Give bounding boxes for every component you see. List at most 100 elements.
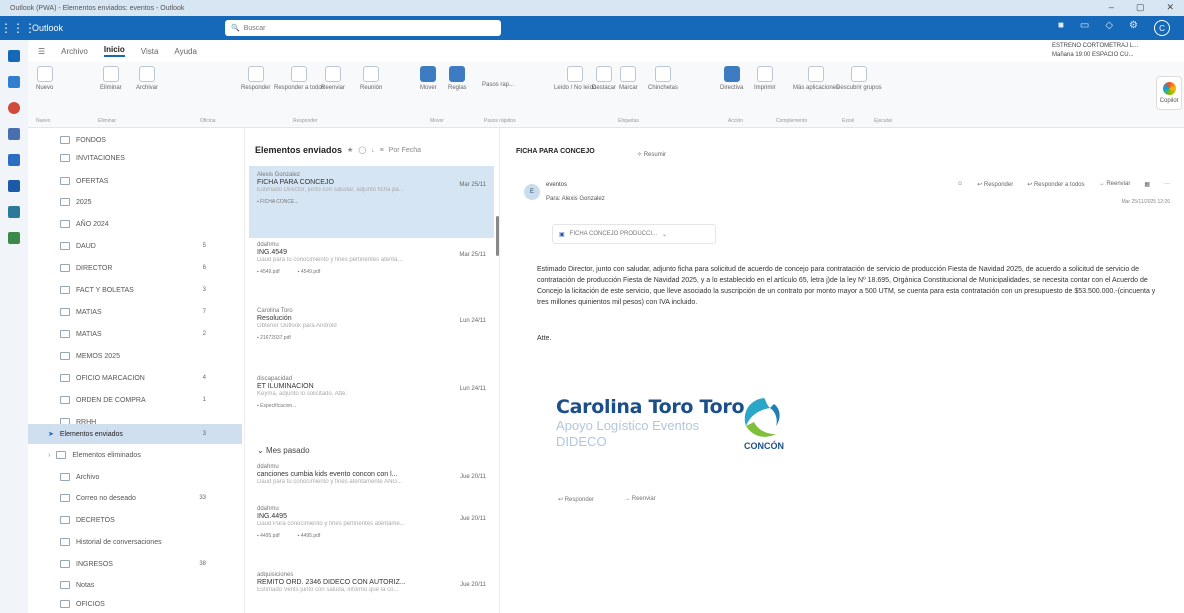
message-item[interactable]: Alexis Gonzalez FICHA PARA CONCEJO Mar 2… bbox=[249, 166, 494, 238]
folder-item[interactable]: MEMOS 2025 bbox=[28, 346, 242, 366]
copilot-rail-icon[interactable] bbox=[8, 102, 20, 114]
flag-button[interactable]: Marcar bbox=[619, 66, 638, 91]
emoji-icon[interactable]: ☺ bbox=[957, 181, 963, 188]
read-unread-button[interactable]: Leído / No leído bbox=[554, 66, 596, 91]
folder-item[interactable]: Notas bbox=[28, 575, 242, 595]
hamburger-icon[interactable]: ☰ bbox=[38, 47, 45, 56]
teams-icon[interactable]: ■ bbox=[1058, 20, 1064, 36]
group-header[interactable]: ⌄ Mes pasado bbox=[257, 446, 310, 455]
policy-button[interactable]: Directiva bbox=[720, 66, 743, 91]
highlight-button[interactable]: Destacar bbox=[592, 66, 616, 91]
todo-icon[interactable] bbox=[8, 154, 20, 166]
quick-steps-button[interactable]: Pasos rap... bbox=[482, 82, 514, 88]
settings-gear-icon[interactable]: ⚙ bbox=[1129, 20, 1138, 36]
message-list-scrollbar[interactable] bbox=[496, 216, 499, 256]
folder-item[interactable]: INGRESOS 38 bbox=[28, 554, 242, 574]
footer-forward-button[interactable]: → Reenviar bbox=[624, 496, 656, 503]
folder-item-sent[interactable]: ➤ Elementos enviados 3 bbox=[28, 424, 242, 444]
message-item[interactable]: discapacidad ET ILUMINACION Lun 24/11 Ke… bbox=[249, 376, 494, 434]
apps-icon[interactable] bbox=[8, 232, 20, 244]
folder-item[interactable]: Correo no deseado 33 bbox=[28, 488, 242, 508]
summarize-button[interactable]: ✧ Resumir bbox=[637, 151, 666, 158]
close-button[interactable]: ✕ bbox=[1166, 2, 1174, 13]
reply-button[interactable]: Responder bbox=[241, 66, 270, 91]
folder-item[interactable]: DIRECTOR 6 bbox=[28, 258, 242, 278]
copilot-button[interactable]: Copilot bbox=[1156, 76, 1182, 110]
attachment-chips[interactable]: FICHA CONCE... bbox=[257, 199, 494, 205]
folder-item[interactable]: AÑO 2024 bbox=[28, 214, 242, 234]
rules-button[interactable]: Reglas bbox=[448, 66, 467, 91]
sender-name[interactable]: eventos bbox=[546, 182, 567, 188]
attachment-chips[interactable]: 21672037.pdf bbox=[257, 335, 494, 341]
folder-item[interactable]: › Elementos eliminados bbox=[28, 445, 242, 465]
select-icon[interactable]: ◯ bbox=[358, 146, 366, 154]
sender-avatar[interactable]: E bbox=[524, 184, 540, 200]
reply-all-button[interactable]: Responder a todos bbox=[274, 66, 325, 91]
sort-by-date[interactable]: Por Fecha bbox=[389, 147, 421, 154]
favorite-star-icon[interactable]: ★ bbox=[347, 146, 353, 154]
folder-item[interactable]: Historial de conversaciones bbox=[28, 532, 242, 552]
folder-item[interactable]: FACT Y BOLETAS 3 bbox=[28, 280, 242, 300]
chevron-down-icon[interactable]: ⌄ bbox=[662, 231, 667, 238]
sort-icon[interactable]: ↓ bbox=[371, 147, 375, 154]
group-label-etiquetas: Etiquetas bbox=[618, 118, 639, 124]
calendar-reminder[interactable]: ESTRENO CORTOMETRAJ L... Mañana 19:00 ES… bbox=[1052, 42, 1170, 60]
attachment-chips[interactable]: 4549.pdf4549.pdf bbox=[257, 269, 494, 275]
people-icon[interactable] bbox=[8, 128, 20, 140]
print-button[interactable]: Imprimir bbox=[754, 66, 776, 91]
folder-item[interactable]: MATIAS 7 bbox=[28, 302, 242, 322]
folder-item[interactable]: ORDEN DE COMPRA 1 bbox=[28, 390, 242, 410]
reply-all-button[interactable]: ↩ Responder a todos bbox=[1027, 181, 1084, 188]
forward-button[interactable]: → Reenviar bbox=[1099, 181, 1131, 188]
forward-button[interactable]: Reenviar bbox=[321, 66, 345, 91]
new-mail-button[interactable]: Nuevo bbox=[36, 66, 53, 91]
footer-reply-button[interactable]: ↩ Responder bbox=[558, 496, 594, 503]
minimize-button[interactable]: – bbox=[1109, 2, 1114, 13]
attachment-chips[interactable]: Especificacion... bbox=[257, 403, 494, 409]
tab-inicio[interactable]: Inicio bbox=[103, 45, 125, 57]
folder-item[interactable]: FONDOS bbox=[28, 130, 242, 150]
folder-item[interactable]: OFICIOS bbox=[28, 594, 242, 613]
tab-vista[interactable]: Vista bbox=[141, 47, 159, 56]
org-icon[interactable] bbox=[8, 206, 20, 218]
pin-button[interactable]: Chinchetas bbox=[648, 66, 678, 91]
calendar-icon[interactable] bbox=[8, 76, 20, 88]
group-label-accion: Acción bbox=[728, 118, 744, 124]
grid-icon[interactable]: ▦ bbox=[1144, 181, 1150, 188]
meeting-button[interactable]: Reunión bbox=[360, 66, 382, 91]
filter-icon[interactable]: ≡ bbox=[380, 147, 384, 154]
mail-icon[interactable] bbox=[8, 50, 20, 62]
folder-item[interactable]: MATIAS 2 bbox=[28, 324, 242, 344]
more-apps-button[interactable]: Más aplicaciones bbox=[793, 66, 839, 91]
maximize-button[interactable]: ▢ bbox=[1136, 2, 1145, 13]
delete-button[interactable]: Eliminar bbox=[100, 66, 122, 91]
folder-item[interactable]: 2025 bbox=[28, 192, 242, 212]
folder-item[interactable]: INVITACIONES bbox=[28, 148, 242, 168]
discover-groups-button[interactable]: Descubrir grupos bbox=[836, 66, 882, 91]
app-launcher-icon[interactable]: ⋮⋮⋮ bbox=[0, 21, 36, 35]
message-item[interactable]: ddahmu canciones cumbia kids evento conc… bbox=[249, 464, 494, 504]
tab-archivo[interactable]: Archivo bbox=[61, 47, 88, 56]
message-item[interactable]: ddahmu ING.4495 Jue 20/11 Daud Para cono… bbox=[249, 506, 494, 558]
notifications-icon[interactable]: ◇ bbox=[1105, 20, 1113, 36]
attachment-chips[interactable]: 4495.pdf4495.pdf bbox=[257, 533, 494, 539]
archive-button[interactable]: Archivar bbox=[136, 66, 158, 91]
avatar[interactable]: C bbox=[1154, 20, 1170, 36]
reply-button[interactable]: ↩ Responder bbox=[977, 181, 1013, 188]
message-item[interactable]: ddahmu ING.4549 Mar 25/11 Daud para tu c… bbox=[249, 242, 494, 298]
folder-item[interactable]: DECRETOS bbox=[28, 510, 242, 530]
tab-ayuda[interactable]: Ayuda bbox=[174, 47, 197, 56]
attachment-card[interactable]: ▣ FICHA CONCEJO PRODUCCI... ⌄ bbox=[552, 224, 716, 244]
folder-item[interactable]: DAUD 5 bbox=[28, 236, 242, 256]
chevron-right-icon[interactable]: › bbox=[48, 452, 50, 459]
move-button[interactable]: Mover bbox=[420, 66, 437, 91]
folder-item[interactable]: OFICIO MARCACION 4 bbox=[28, 368, 242, 388]
files-icon[interactable] bbox=[8, 180, 20, 192]
chat-icon[interactable]: ▭ bbox=[1080, 20, 1089, 36]
folder-item[interactable]: Archivo bbox=[28, 467, 242, 487]
folder-item[interactable]: OFERTAS bbox=[28, 171, 242, 191]
more-options-icon[interactable]: ··· bbox=[1164, 181, 1170, 188]
search-input[interactable]: 🔍 Buscar bbox=[225, 20, 501, 36]
message-item[interactable]: adquisiciones REMITO ORD. 2346 DIDECO CO… bbox=[249, 572, 494, 612]
message-item[interactable]: Carolina Toro Resolución Lun 24/11 Obten… bbox=[249, 308, 494, 362]
